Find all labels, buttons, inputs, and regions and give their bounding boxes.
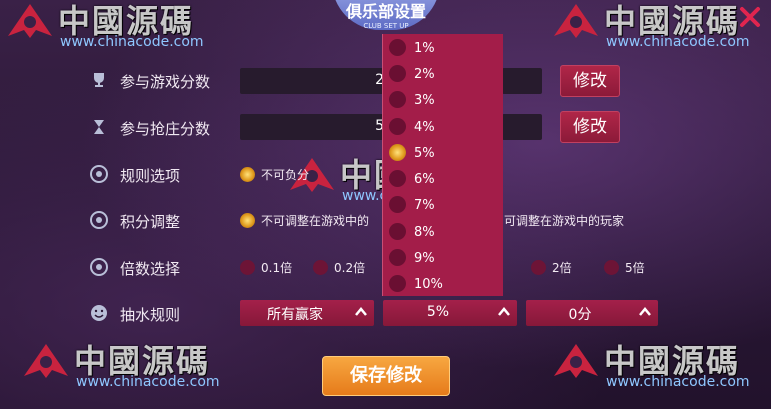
radio-icon	[389, 91, 406, 108]
menu-item-7[interactable]: 7%	[389, 196, 435, 213]
points-option-label: 可调整在游戏中的玩家	[504, 214, 625, 228]
watermark-url: www.chinacode.com	[76, 374, 220, 390]
watermark-url: www.chinacode.com	[606, 374, 750, 390]
menu-item-label: 7%	[414, 198, 435, 213]
radio-selected-icon	[240, 213, 255, 228]
radio-icon	[389, 39, 406, 56]
menu-item-4[interactable]: 4%	[389, 118, 435, 135]
menu-item-label: 2%	[414, 67, 435, 82]
commission-label: 抽水规则	[120, 306, 181, 324]
menu-item-label: 4%	[414, 120, 435, 135]
chip-icon	[90, 258, 108, 276]
menu-item-label: 3%	[414, 93, 435, 108]
multiplier-option-5[interactable]: 5倍	[604, 259, 645, 276]
page-title: 俱乐部设置	[345, 2, 426, 21]
menu-item-label: 10%	[414, 277, 443, 292]
game-score-label: 参与游戏分数	[120, 73, 211, 91]
watermark-text: 中國源碼	[604, 2, 741, 40]
multiplier-option-label: 2倍	[552, 261, 572, 275]
page-subtitle: CLUB SET UP	[363, 22, 409, 30]
smiley-icon	[91, 305, 107, 321]
radio-icon	[389, 275, 406, 292]
banker-score-label: 参与抢庄分数	[120, 120, 211, 138]
page-header: 俱乐部设置 CLUB SET UP	[332, 0, 440, 30]
menu-item-3[interactable]: 3%	[389, 91, 435, 108]
dropdown-value: 0分	[568, 307, 592, 323]
close-icon[interactable]	[737, 4, 763, 30]
rule-option-label: 不可负分	[261, 168, 310, 182]
edit-game-score-button[interactable]: 修改	[560, 65, 620, 97]
radio-icon	[389, 118, 406, 135]
radio-icon	[389, 223, 406, 240]
dropdown-value: 所有赢家	[267, 307, 323, 323]
multiplier-option-2[interactable]: 2倍	[531, 259, 572, 276]
menu-item-9[interactable]: 9%	[389, 249, 435, 266]
points-option-adjust[interactable]: 可调整在游戏中的玩家	[504, 212, 624, 229]
radio-icon	[389, 249, 406, 266]
menu-item-8[interactable]: 8%	[389, 223, 435, 240]
radio-icon	[240, 260, 255, 275]
menu-item-label: 9%	[414, 251, 435, 266]
menu-item-label: 6%	[414, 172, 435, 187]
hourglass-icon	[94, 120, 104, 134]
commission-points-dropdown[interactable]: 0分	[526, 300, 658, 326]
watermark-url: www.chinacode.com	[606, 34, 750, 50]
rules-label: 规则选项	[120, 167, 181, 185]
multiplier-option-label: 0.1倍	[261, 261, 293, 275]
dropdown-value: 5%	[426, 304, 450, 320]
points-option-label: 不可调整在游戏中的	[261, 214, 370, 228]
watermark-top-left: 中國源碼 www.chinacode.com	[2, 0, 242, 50]
chevron-up-icon	[498, 307, 510, 316]
trophy-icon	[94, 73, 104, 87]
rule-option-no-negative[interactable]: 不可负分	[240, 166, 309, 183]
radio-icon	[389, 65, 406, 82]
menu-item-2[interactable]: 2%	[389, 65, 435, 82]
menu-item-5[interactable]: 5%	[389, 144, 435, 161]
watermark-bottom-left: 中國源碼 www.chinacode.com	[18, 340, 258, 400]
edit-banker-score-button[interactable]: 修改	[560, 111, 620, 143]
radio-icon	[389, 170, 406, 187]
radio-selected-icon	[240, 167, 255, 182]
watermark-logo-icon	[24, 344, 68, 378]
watermark-url: www.chinacode.com	[60, 34, 204, 50]
multiplier-option-label: 0.2倍	[334, 261, 366, 275]
commission-rate-dropdown[interactable]: 5%	[383, 300, 517, 326]
menu-item-label: 1%	[414, 41, 435, 56]
watermark-logo-icon	[554, 344, 598, 378]
chip-icon	[90, 165, 108, 183]
banker-score-field[interactable]: 5	[240, 114, 388, 140]
chip-icon	[90, 211, 108, 229]
banker-score-field-end	[502, 114, 542, 140]
radio-icon	[604, 260, 619, 275]
watermark-logo-icon	[8, 4, 52, 38]
watermark-text: 中國源碼	[74, 342, 211, 380]
commission-rate-menu: 1% 2% 3% 4% 5% 6% 7% 8% 9% 10%	[382, 34, 503, 296]
watermark-logo-icon	[554, 4, 598, 38]
multiplier-option-label: 5倍	[625, 261, 645, 275]
menu-item-1[interactable]: 1%	[389, 39, 435, 56]
radio-icon	[531, 260, 546, 275]
save-button[interactable]: 保存修改	[322, 356, 450, 396]
radio-icon	[313, 260, 328, 275]
menu-item-6[interactable]: 6%	[389, 170, 435, 187]
watermark-text: 中國源碼	[58, 2, 195, 40]
multiplier-option-0.1[interactable]: 0.1倍	[240, 259, 292, 276]
menu-item-label: 5%	[414, 146, 435, 161]
menu-item-10[interactable]: 10%	[389, 275, 443, 292]
watermark-text: 中國源碼	[604, 342, 741, 380]
menu-item-label: 8%	[414, 225, 435, 240]
game-score-field-end	[502, 68, 542, 94]
chevron-up-icon	[639, 307, 651, 316]
watermark-bottom-right: 中國源碼 www.chinacode.com	[548, 340, 768, 400]
chevron-up-icon	[355, 307, 367, 316]
radio-selected-icon	[389, 144, 406, 161]
points-label: 积分调整	[120, 213, 181, 231]
radio-icon	[389, 196, 406, 213]
multiplier-label: 倍数选择	[120, 260, 181, 278]
game-score-field[interactable]: 2	[240, 68, 388, 94]
points-option-no-adjust[interactable]: 不可调整在游戏中的	[240, 212, 369, 229]
commission-target-dropdown[interactable]: 所有赢家	[240, 300, 374, 326]
watermark-top-right: 中國源碼 www.chinacode.com	[548, 0, 768, 50]
multiplier-option-0.2[interactable]: 0.2倍	[313, 259, 365, 276]
